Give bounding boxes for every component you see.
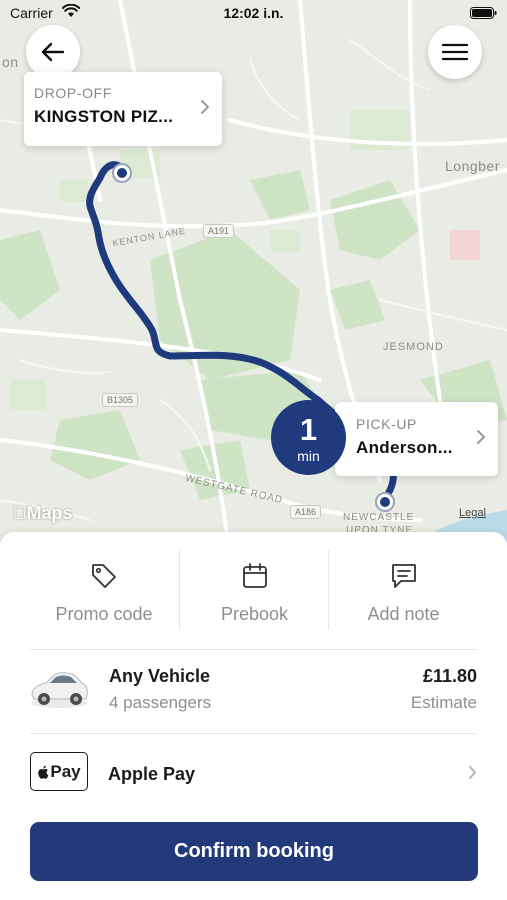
tag-icon: [92, 564, 116, 588]
dropoff-name: KINGSTON PIZ...: [34, 107, 174, 126]
payment-method-label: Apple Pay: [108, 764, 196, 784]
vehicle-row[interactable]: Any Vehicle 4 passengers £11.80 Estimate: [0, 649, 507, 733]
car-icon: [31, 672, 88, 708]
prebook-label: Prebook: [220, 604, 289, 624]
apple-logo-icon: [38, 765, 49, 779]
eta-value: 1: [299, 412, 318, 447]
prebook-button[interactable]: Prebook: [179, 550, 329, 630]
fare-estimate-note: Estimate: [410, 693, 477, 712]
status-bar: Carrier 12:02 i.n.: [0, 0, 507, 28]
apple-pay-badge: Pay: [30, 752, 88, 791]
maps-attribution: Maps: [13, 503, 73, 524]
promo-code-label: Promo code: [55, 604, 153, 624]
road-number-badge: A186: [290, 505, 322, 519]
payment-method-row[interactable]: Pay Apple Pay: [0, 734, 507, 812]
chevron-right-icon: [201, 100, 209, 114]
menu-button[interactable]: [428, 25, 482, 79]
pickup-callout[interactable]: PICK-UP Anderson...: [335, 402, 498, 476]
map-place-label: JESMOND: [383, 341, 444, 353]
add-note-label: Add note: [367, 604, 440, 624]
map-place-label: Longber: [445, 158, 500, 174]
eta-badge: 1 min: [271, 400, 346, 475]
map-place-label: on: [2, 54, 19, 70]
apple-logo-icon: : [13, 503, 27, 523]
clock: 12:02 i.n.: [223, 5, 284, 21]
dropoff-caption: DROP-OFF: [34, 85, 112, 101]
map-place-label: NEWCASTLE: [343, 512, 415, 523]
road-number-badge: A191: [203, 224, 235, 238]
apple-pay-badge-text: Pay: [50, 761, 81, 781]
vehicle-name: Any Vehicle: [109, 666, 211, 686]
road-number-badge: B1305: [102, 393, 139, 407]
calendar-icon: [242, 563, 267, 588]
vehicle-passengers: 4 passengers: [109, 693, 212, 712]
chevron-right-icon: [469, 766, 476, 779]
hamburger-menu-icon: [442, 43, 468, 61]
maps-attribution-text: Maps: [13, 503, 73, 523]
add-note-button[interactable]: Add note: [328, 550, 478, 630]
promo-code-button[interactable]: Promo code: [29, 550, 179, 630]
legal-link[interactable]: Legal: [459, 507, 486, 519]
battery-icon: [470, 7, 497, 19]
chevron-right-icon: [477, 430, 485, 444]
booking-sheet: Promo code Prebook Add note Any Vehicle …: [0, 532, 507, 900]
note-icon: [391, 564, 416, 588]
confirm-booking-button[interactable]: Confirm booking: [30, 822, 478, 881]
eta-unit: min: [297, 448, 320, 464]
quick-actions: Promo code Prebook Add note: [0, 550, 507, 630]
dropoff-callout[interactable]: DROP-OFF KINGSTON PIZ...: [24, 72, 222, 146]
arrow-left-icon: [41, 42, 65, 62]
back-button[interactable]: [26, 25, 80, 79]
fare-price: £11.80: [422, 666, 477, 686]
